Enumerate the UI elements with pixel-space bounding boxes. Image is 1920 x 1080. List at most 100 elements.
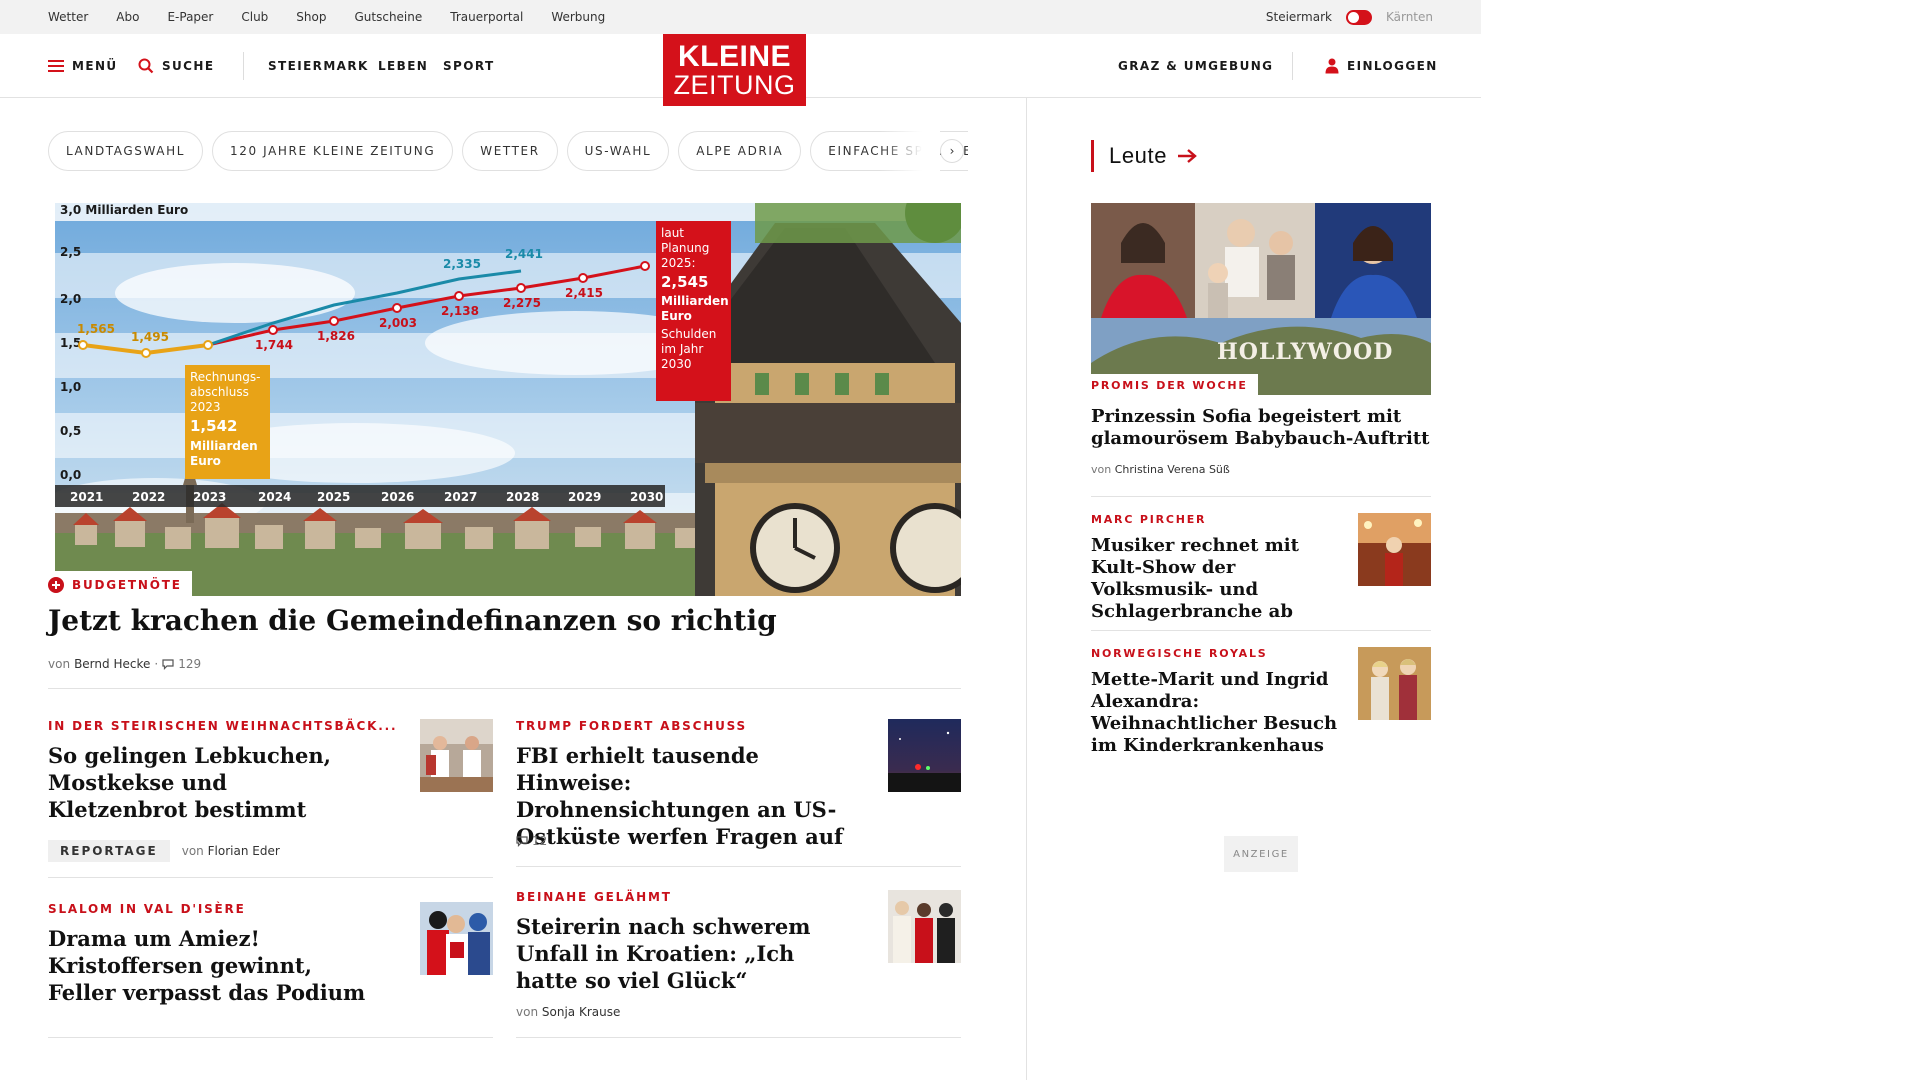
topic-chip-wetter[interactable]: WETTER [462, 131, 558, 171]
comment-icon [516, 835, 528, 847]
sidebar-item-title[interactable]: Mette-Marit und Ingrid Alexandra: Weihna… [1091, 669, 1341, 757]
teaser-thumbnail[interactable] [888, 890, 961, 963]
chips-next-button[interactable]: › [940, 139, 964, 163]
sidebar-item-kicker: MARC PIRCHER [1091, 513, 1207, 526]
nav-steiermark[interactable]: STEIERMARK [268, 34, 369, 98]
y-tick-0-0: 0,0 [60, 468, 81, 482]
year-2022: 2022 [132, 490, 165, 504]
divider [48, 688, 961, 689]
bakery-photo [420, 719, 493, 792]
label-2441: 2,441 [505, 247, 543, 261]
svg-text:2,545: 2,545 [661, 273, 708, 291]
ad-label: ANZEIGE [1224, 836, 1298, 872]
divider [48, 877, 493, 878]
heading-accent [1091, 140, 1094, 172]
region-kaernten[interactable]: Kärnten [1386, 10, 1433, 24]
label-2275: 2,275 [503, 296, 541, 310]
teaser-meta: REPORTAGE von Florian Eder [48, 840, 280, 862]
login-label: EINLOGGEN [1347, 59, 1438, 73]
svg-text:1,542: 1,542 [190, 417, 237, 435]
hamburger-icon [48, 60, 64, 72]
utility-link-trauerportal[interactable]: Trauerportal [450, 10, 523, 24]
teaser-title[interactable]: FBI erhielt tausende Hinweise: Drohnensi… [516, 742, 861, 850]
hero-comment-count[interactable]: 129 [178, 657, 201, 671]
comment-icon [162, 658, 174, 670]
page: Wetter Abo E-Paper Club Shop Gutscheine … [0, 0, 1481, 1080]
teaser-thumbnail[interactable] [420, 719, 493, 792]
login-button[interactable]: EINLOGGEN [1325, 34, 1438, 98]
utility-bar: Wetter Abo E-Paper Club Shop Gutscheine … [0, 0, 1481, 34]
divider [1091, 630, 1431, 631]
logo-line2: ZEITUNG [673, 69, 796, 100]
utility-link-abo[interactable]: Abo [116, 10, 139, 24]
hero-kicker: BUDGETNÖTE [48, 571, 192, 598]
year-2026: 2026 [381, 490, 414, 504]
site-logo[interactable]: KLEINE ZEITUNG [663, 34, 806, 106]
nav-graz-umgebung[interactable]: GRAZ & UMGEBUNG [1118, 34, 1273, 98]
svg-text:abschluss: abschluss [190, 385, 249, 399]
byline-prefix: von [48, 657, 71, 671]
plus-icon [48, 576, 64, 593]
sidebar-item-kicker: NORWEGISCHE ROYALS [1091, 647, 1268, 660]
svg-text:Milliarden: Milliarden [190, 439, 258, 453]
year-2025: 2025 [317, 490, 350, 504]
utility-link-wetter[interactable]: Wetter [48, 10, 88, 24]
year-2029: 2029 [568, 490, 601, 504]
topic-chip-120-jahre[interactable]: 120 JAHRE KLEINE ZEITUNG [212, 131, 454, 171]
region-switch: Steiermark Kärnten [1266, 0, 1433, 34]
sidebar-item-title[interactable]: Musiker rechnet mit Kult-Show der Volksm… [1091, 535, 1341, 623]
sidebar-thumbnail[interactable] [1358, 513, 1431, 586]
search-label: SUCHE [162, 59, 215, 73]
utility-link-club[interactable]: Club [241, 10, 268, 24]
hero-image[interactable]: 2021 2022 2023 2024 2025 2026 2027 2028 … [55, 203, 961, 596]
region-toggle[interactable] [1345, 9, 1372, 25]
budget-infographic: 2021 2022 2023 2024 2025 2026 2027 2028 … [55, 203, 961, 596]
hero-byline: von Bernd Hecke · 129 [48, 657, 201, 671]
year-2028: 2028 [506, 490, 539, 504]
y-tick-0-5: 0,5 [60, 424, 81, 438]
comment-count[interactable]: 12 [532, 834, 547, 848]
arrow-right-icon [1178, 149, 1197, 163]
label-2415: 2,415 [565, 286, 603, 300]
label-2138: 2,138 [441, 304, 479, 318]
page-gutter [1481, 0, 1920, 1080]
search-button[interactable]: SUCHE [138, 34, 214, 98]
teaser-kicker: BEINAHE GELÄHMT [516, 890, 672, 904]
chevron-right-icon: › [949, 144, 955, 158]
svg-text:Planung: Planung [661, 241, 709, 255]
teaser-title[interactable]: Drama um Amiez! Kristoffersen gewinnt, F… [48, 925, 368, 1006]
logo-line1: KLEINE [677, 39, 791, 73]
y-tick-2-0: 2,0 [60, 292, 81, 306]
region-steiermark[interactable]: Steiermark [1266, 10, 1332, 24]
sidebar-lead-image[interactable]: HOLLYWOOD [1091, 203, 1431, 395]
topic-chip-alpe-adria[interactable]: ALPE ADRIA [678, 131, 802, 171]
utility-link-epaper[interactable]: E-Paper [167, 10, 213, 24]
teaser-title[interactable]: Steirerin nach schwerem Unfall in Kroati… [516, 913, 816, 994]
utility-link-shop[interactable]: Shop [296, 10, 326, 24]
teaser-kicker: TRUMP FORDERT ABSCHUSS [516, 719, 747, 733]
teaser-kicker: SLALOM IN VAL D'ISÈRE [48, 902, 246, 916]
user-icon [1325, 58, 1339, 74]
sidebar-lead-title[interactable]: Prinzessin Sofia begeistert mit glamourö… [1091, 406, 1431, 450]
royals-photo [1358, 647, 1431, 720]
utility-link-gutscheine[interactable]: Gutscheine [354, 10, 422, 24]
teaser-thumbnail[interactable] [888, 719, 961, 792]
header-divider [1292, 52, 1293, 80]
sidebar-heading[interactable]: Leute [1091, 140, 1197, 172]
label-1565: 1,565 [77, 322, 115, 336]
teaser-thumbnail[interactable] [420, 902, 493, 975]
menu-button[interactable]: MENÜ [48, 34, 118, 98]
nav-leben[interactable]: LEBEN [378, 34, 428, 98]
stage-photo [1358, 513, 1431, 586]
topic-chip-us-wahl[interactable]: US-WAHL [566, 131, 670, 171]
hero-headline[interactable]: Jetzt krachen die Gemeindefinanzen so ri… [48, 604, 777, 637]
search-icon [138, 58, 154, 74]
utility-link-werbung[interactable]: Werbung [551, 10, 605, 24]
teaser-title[interactable]: So gelingen Lebkuchen, Mostkekse und Kle… [48, 742, 348, 823]
topic-chip-landtagswahl[interactable]: LANDTAGSWAHL [48, 131, 204, 171]
svg-text:2030: 2030 [661, 357, 692, 371]
nav-sport[interactable]: SPORT [443, 34, 495, 98]
chips-fade [880, 131, 940, 171]
sidebar-lead-byline: von Christina Verena Süß [1091, 463, 1230, 476]
sidebar-thumbnail[interactable] [1358, 647, 1431, 720]
